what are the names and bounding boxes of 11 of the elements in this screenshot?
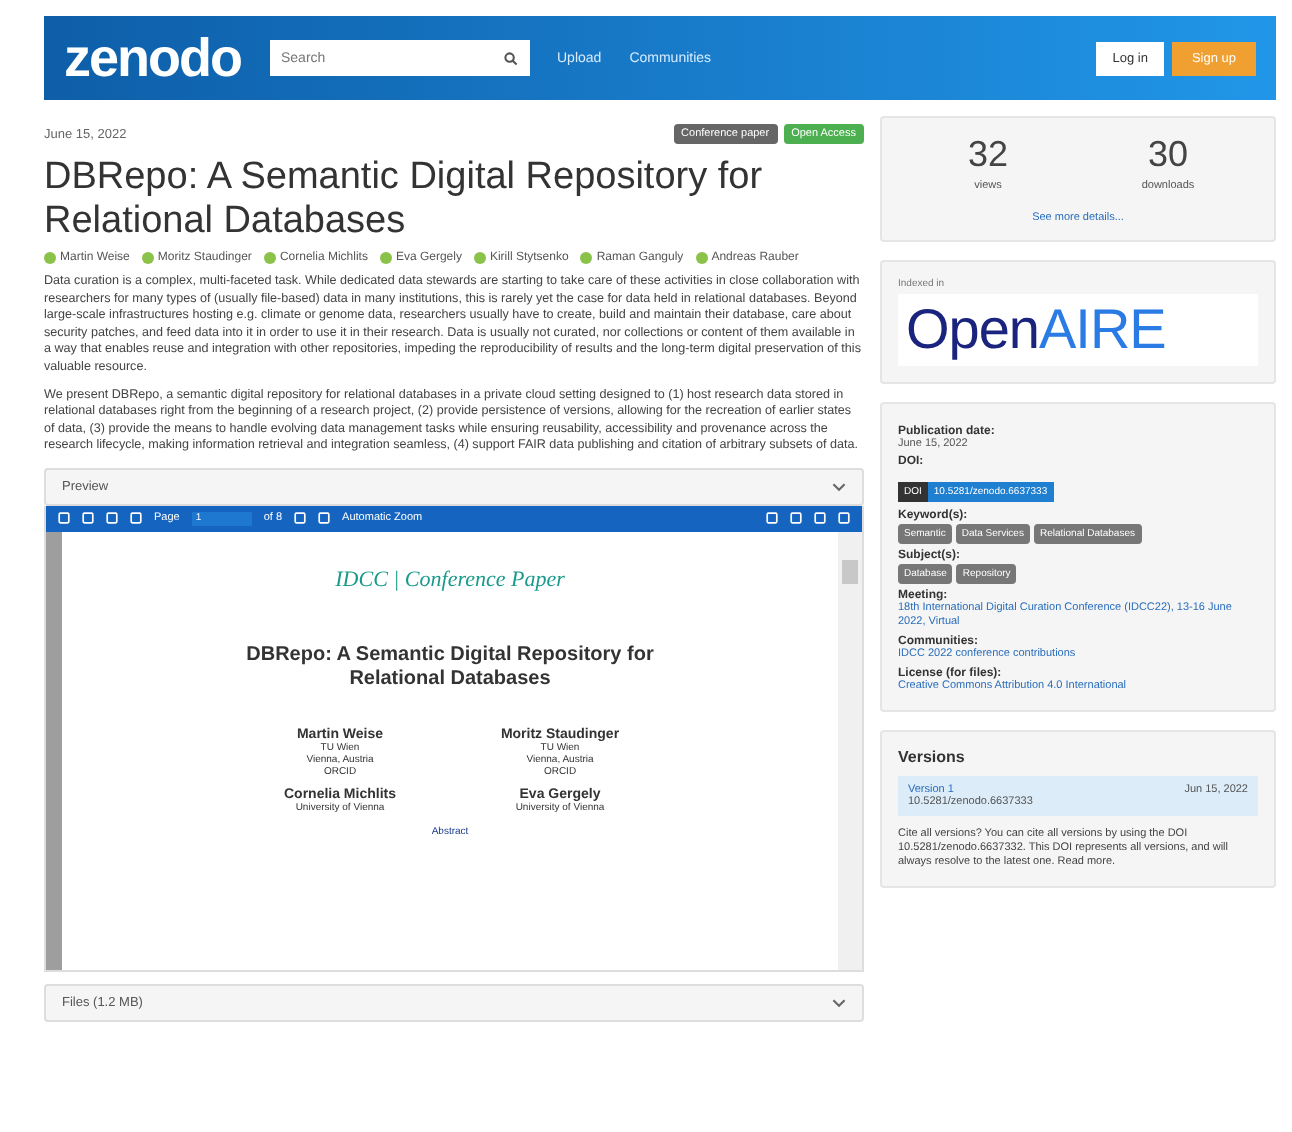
chevron-down-icon[interactable]	[832, 481, 846, 492]
versions-heading: Versions	[898, 748, 967, 766]
openaire-logo[interactable]: OpenAIRE	[898, 294, 1258, 366]
views-count: 32	[965, 134, 1011, 176]
paper-type-label: IDCC | Conference Paper	[335, 567, 565, 592]
logo[interactable]: zenodo	[64, 27, 241, 89]
chevron-down-icon[interactable]	[832, 997, 846, 1008]
downloads-count: 30	[1145, 134, 1191, 176]
document-title: DBRepo: A Semantic Digital Repository for Relational Databases	[244, 643, 656, 692]
record-title: DBRepo: A Semantic Digital Repository for Relational Databases	[44, 156, 765, 244]
scrollbar[interactable]	[838, 531, 862, 970]
